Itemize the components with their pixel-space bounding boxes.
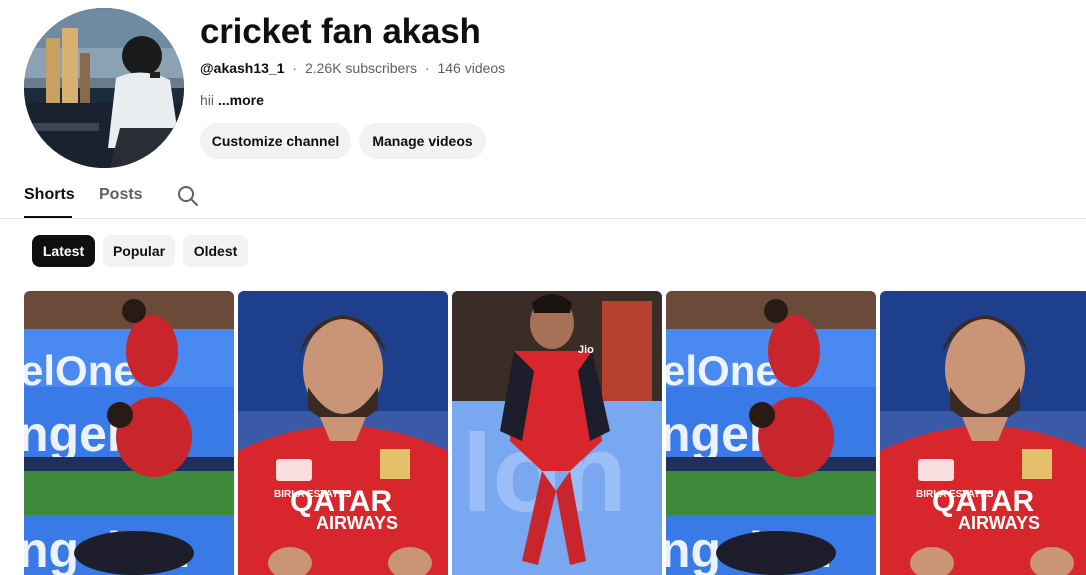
tab-shorts[interactable]: Shorts — [24, 186, 75, 204]
short-thumbnail[interactable]: lon Jio — [452, 291, 662, 575]
description-text: hii — [200, 92, 215, 108]
chip-popular[interactable]: Popular — [103, 235, 175, 267]
subscriber-count: 2.26K subscribers — [304, 60, 418, 76]
channel-name: cricket fan akash — [200, 12, 481, 51]
shirt-text: Jio — [578, 344, 594, 356]
active-tab-indicator — [24, 216, 72, 218]
banner-text: elOne — [666, 347, 779, 394]
short-thumbnail[interactable]: BIRLA ESTATES QATAR AIRWAYS — [238, 291, 448, 575]
chip-latest[interactable]: Latest — [32, 235, 95, 267]
channel-avatar[interactable] — [24, 8, 184, 168]
channel-tabs: Shorts Posts — [0, 170, 1086, 219]
video-count: 146 videos — [437, 60, 506, 76]
meta-separator: · — [424, 60, 430, 76]
shirt-text: AIRWAYS — [316, 513, 398, 533]
more-link[interactable]: ...more — [218, 92, 264, 108]
short-thumbnail[interactable]: elOne ngelOn ngelOn — [24, 291, 234, 575]
short-thumbnail[interactable]: BIRLA ESTATES QATAR AIRWAYS — [880, 291, 1086, 575]
meta-separator: · — [292, 60, 298, 76]
short-thumbnail[interactable]: elOne ngelOn ngelOn — [666, 291, 876, 575]
tab-posts[interactable]: Posts — [99, 186, 143, 204]
channel-handle: @akash13_1 — [200, 60, 285, 76]
channel-description: hii ...more — [200, 92, 264, 108]
channel-meta: @akash13_1 · 2.26K subscribers · 146 vid… — [200, 60, 505, 76]
chip-oldest[interactable]: Oldest — [183, 235, 248, 267]
customize-channel-button[interactable]: Customize channel — [200, 123, 351, 159]
shirt-text: AIRWAYS — [958, 513, 1040, 533]
search-icon[interactable] — [176, 184, 200, 208]
banner-text: elOne — [24, 347, 137, 394]
manage-videos-button[interactable]: Manage videos — [359, 123, 486, 159]
